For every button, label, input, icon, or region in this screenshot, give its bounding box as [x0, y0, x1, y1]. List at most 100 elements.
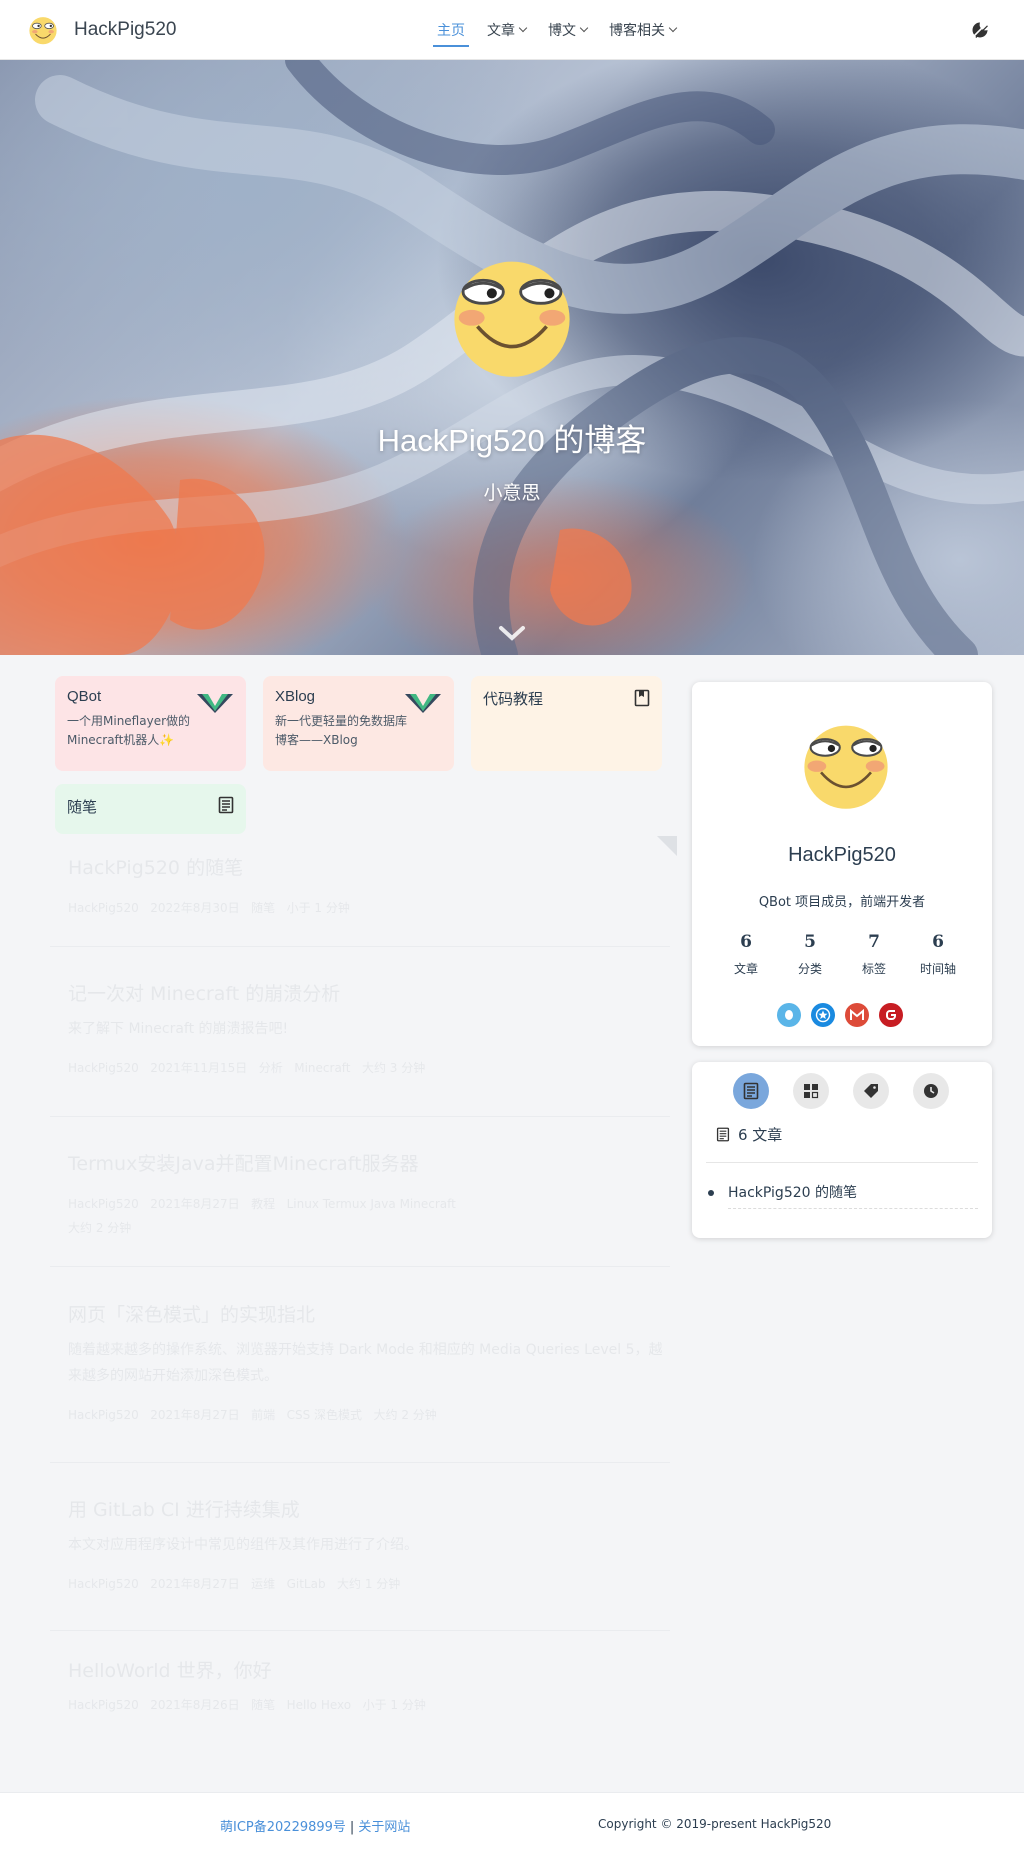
profile-name: HackPig520 [788, 844, 896, 866]
article-tag[interactable]: GitLab [287, 1577, 326, 1591]
article-tag[interactable]: Java [370, 1197, 395, 1211]
bullet-icon [708, 1190, 714, 1196]
article-tag[interactable]: Termux [323, 1197, 367, 1211]
article-item[interactable]: 用 GitLab CI 进行持续集成 本文对应用程序设计中常见的组件及其作用进行… [68, 1495, 668, 1596]
brand[interactable]: HackPig520 [26, 13, 176, 47]
article-author: HackPig520 [68, 1197, 139, 1211]
tab-timeline-icon[interactable] [913, 1073, 949, 1109]
article-tag[interactable]: Minecraft [400, 1197, 456, 1211]
chevron-down-icon [579, 23, 589, 33]
article-author: HackPig520 [68, 1698, 139, 1712]
nav-posts[interactable]: 博文 [548, 0, 589, 60]
gitee-icon[interactable] [879, 1003, 903, 1027]
footer: 萌ICP备20229899号 | 关于网站 Copyright © 2019-pre… [0, 1792, 1024, 1855]
stat-number: 6 [932, 932, 944, 952]
article-reading-time: 大约 2 分钟 [373, 1408, 437, 1422]
tab-tags-icon[interactable] [853, 1073, 889, 1109]
hero-title: HackPig520 的博客 [377, 423, 647, 458]
article-category[interactable]: 分析 [259, 1061, 283, 1075]
stat-categories[interactable]: 5 分类 [778, 932, 842, 977]
project-title: 代码教程 [483, 691, 544, 708]
article-tag[interactable]: 深色模式 [314, 1408, 362, 1422]
article-tag[interactable]: CSS [287, 1408, 311, 1422]
article-category[interactable]: 随笔 [251, 901, 275, 915]
tab-articles-icon[interactable] [733, 1073, 769, 1109]
profile-desc: QBot 项目成员，前端开发者 [758, 895, 926, 910]
article-item[interactable]: 记一次对 Minecraft 的崩溃分析 来了解下 Minecraft 的崩溃报… [68, 979, 668, 1080]
nav-articles[interactable]: 文章 [487, 0, 528, 60]
info-tabs [733, 1073, 973, 1109]
stat-number: 7 [868, 932, 880, 952]
project-card-essay[interactable]: 随笔 [55, 784, 246, 834]
article-title[interactable]: HackPig520 的随笔 [68, 853, 668, 880]
stat-number: 6 [740, 932, 752, 952]
chevron-down-icon [668, 23, 678, 33]
article-date: 2021年11月15日 [150, 1061, 248, 1075]
footer-links: 萌ICP备20229899号 | 关于网站 [220, 1816, 410, 1835]
nav-blog-about[interactable]: 博客相关 [609, 0, 678, 60]
gmail-icon[interactable] [845, 1003, 869, 1027]
article-item[interactable]: HackPig520 的随笔 HackPig520 2022年8月30日 随笔 … [68, 853, 668, 920]
icp-link[interactable]: 萌ICP备20229899号 [220, 1820, 346, 1835]
profile-card: HackPig520 QBot 项目成员，前端开发者 6 文章 5 分类 7 标签 6… [692, 682, 992, 1046]
article-excerpt: 随着越来越多的操作系统、浏览器开始支持 Dark Mode 和相应的 Media… [68, 1342, 663, 1384]
article-tag[interactable]: Hexo [321, 1698, 351, 1712]
article-reading-time: 大约 2 分钟 [68, 1221, 132, 1235]
vue-icon [197, 694, 233, 713]
about-link[interactable]: 关于网站 [358, 1820, 410, 1835]
star-icon[interactable] [811, 1003, 835, 1027]
info-article-link[interactable]: HackPig520 的随笔 [728, 1182, 978, 1209]
article-category[interactable]: 教程 [251, 1197, 275, 1211]
project-card-xblog[interactable]: XBlog 新一代更轻量的免数据库博客——XBlog [263, 676, 454, 771]
scroll-down-chevron-icon[interactable] [498, 624, 526, 642]
info-divider [706, 1162, 978, 1163]
article-author: HackPig520 [68, 1408, 139, 1422]
article-date: 2021年8月27日 [150, 1577, 240, 1591]
article-date: 2021年8月26日 [150, 1698, 240, 1712]
profile-avatar [804, 725, 888, 809]
article-item[interactable]: 网页「深色模式」的实现指北 随着越来越多的操作系统、浏览器开始支持 Dark M… [68, 1300, 668, 1427]
info-heading-text: 6 文章 [738, 1126, 783, 1144]
smiley-logo-icon [29, 16, 57, 44]
article-category[interactable]: 前端 [251, 1408, 275, 1422]
article-icon [218, 796, 234, 814]
article-tag[interactable]: Linux [287, 1197, 319, 1211]
qq-icon[interactable] [777, 1003, 801, 1027]
article-tag[interactable]: Hello [287, 1698, 317, 1712]
article-reading-time: 小于 1 分钟 [286, 901, 350, 915]
article-title[interactable]: Termux安装Java并配置Minecraft服务器 [68, 1149, 668, 1176]
stat-tags[interactable]: 7 标签 [842, 932, 906, 977]
article-title[interactable]: 用 GitLab CI 进行持续集成 [68, 1495, 668, 1522]
article-title[interactable]: HelloWorld 世界，你好 [68, 1656, 668, 1683]
project-card-qbot[interactable]: QBot 一个用Mineflayer做的Minecraft机器人✨ [55, 676, 246, 771]
article-divider [50, 1630, 670, 1631]
copyright: Copyright © 2019-present HackPig520 [598, 1817, 832, 1831]
info-heading: 6 文章 [716, 1124, 782, 1145]
navbar: HackPig520 主页 文章 博文 博客相关 [0, 0, 1024, 60]
chevron-down-icon [518, 23, 528, 33]
article-excerpt: 本文对应用程序设计中常见的组件及其作用进行了介绍。 [68, 1537, 418, 1553]
article-author: HackPig520 [68, 1577, 139, 1591]
article-category[interactable]: 运维 [251, 1577, 275, 1591]
article-date: 2022年8月30日 [150, 901, 240, 915]
stat-articles[interactable]: 6 文章 [714, 932, 778, 977]
stat-label: 分类 [797, 962, 822, 976]
nav-home[interactable]: 主页 [433, 0, 469, 60]
article-title[interactable]: 记一次对 Minecraft 的崩溃分析 [68, 979, 668, 1006]
article-title[interactable]: 网页「深色模式」的实现指北 [68, 1300, 668, 1327]
article-excerpt: 来了解下 Minecraft 的崩溃报告吧! [68, 1021, 289, 1037]
article-meta: HackPig520 2021年8月26日 随笔 Hello Hexo 小于 1… [68, 1693, 668, 1717]
article-category[interactable]: 随笔 [251, 1698, 275, 1712]
article-item[interactable]: HelloWorld 世界，你好 HackPig520 2021年8月26日 随… [68, 1656, 668, 1717]
article-date: 2021年8月27日 [150, 1408, 240, 1422]
article-tag[interactable]: Minecraft [294, 1061, 350, 1075]
hero-subtitle: 小意思 [483, 482, 541, 504]
nav-blog-about-label: 博客相关 [609, 23, 665, 39]
project-card-tutorial[interactable]: 代码教程 [471, 676, 662, 771]
theme-toggle-icon[interactable] [970, 20, 990, 40]
stat-timeline[interactable]: 6 时间轴 [906, 932, 970, 977]
book-icon [634, 689, 650, 707]
article-icon [716, 1127, 730, 1142]
article-item[interactable]: Termux安装Java并配置Minecraft服务器 HackPig520 2… [68, 1149, 668, 1240]
tab-categories-icon[interactable] [793, 1073, 829, 1109]
